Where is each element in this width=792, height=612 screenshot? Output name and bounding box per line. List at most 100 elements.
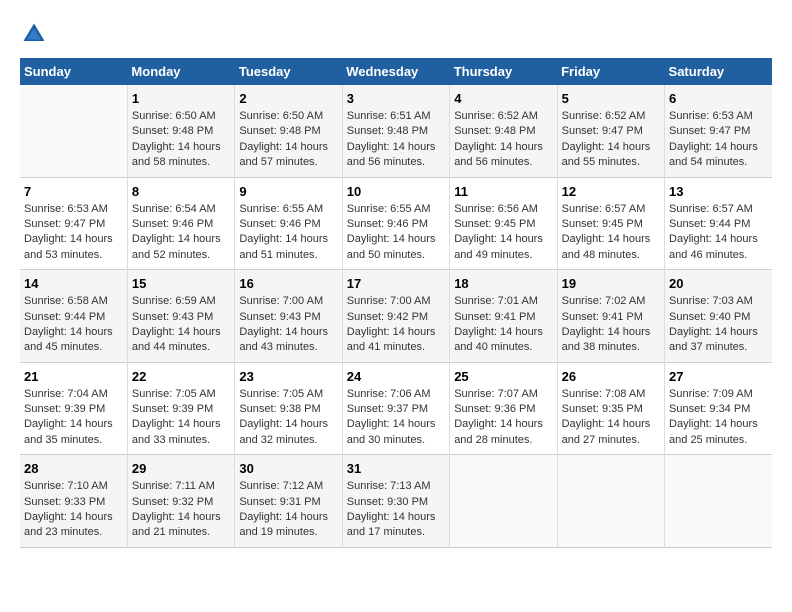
header-cell-wednesday: Wednesday bbox=[342, 58, 449, 85]
day-number: 21 bbox=[24, 369, 123, 384]
header-cell-tuesday: Tuesday bbox=[235, 58, 342, 85]
calendar-cell: 20 Sunrise: 7:03 AMSunset: 9:40 PMDaylig… bbox=[665, 270, 772, 363]
cell-sunrise: Sunrise: 7:01 AMSunset: 9:41 PMDaylight:… bbox=[454, 295, 543, 353]
cell-sunrise: Sunrise: 6:52 AMSunset: 9:47 PMDaylight:… bbox=[562, 110, 651, 168]
calendar-cell: 4 Sunrise: 6:52 AMSunset: 9:48 PMDayligh… bbox=[450, 85, 557, 177]
day-number: 11 bbox=[454, 184, 552, 199]
cell-sunrise: Sunrise: 7:00 AMSunset: 9:43 PMDaylight:… bbox=[239, 295, 328, 353]
cell-sunrise: Sunrise: 6:51 AMSunset: 9:48 PMDaylight:… bbox=[347, 110, 436, 168]
header-row: SundayMondayTuesdayWednesdayThursdayFrid… bbox=[20, 58, 772, 85]
calendar-cell: 29 Sunrise: 7:11 AMSunset: 9:32 PMDaylig… bbox=[127, 455, 234, 548]
week-row-5: 28 Sunrise: 7:10 AMSunset: 9:33 PMDaylig… bbox=[20, 455, 772, 548]
cell-sunrise: Sunrise: 7:11 AMSunset: 9:32 PMDaylight:… bbox=[132, 480, 221, 538]
day-number: 8 bbox=[132, 184, 230, 199]
day-number: 20 bbox=[669, 276, 768, 291]
calendar-cell: 5 Sunrise: 6:52 AMSunset: 9:47 PMDayligh… bbox=[557, 85, 664, 177]
day-number: 17 bbox=[347, 276, 445, 291]
day-number: 22 bbox=[132, 369, 230, 384]
day-number: 16 bbox=[239, 276, 337, 291]
day-number: 28 bbox=[24, 461, 123, 476]
day-number: 24 bbox=[347, 369, 445, 384]
day-number: 4 bbox=[454, 91, 552, 106]
calendar-cell: 15 Sunrise: 6:59 AMSunset: 9:43 PMDaylig… bbox=[127, 270, 234, 363]
day-number: 13 bbox=[669, 184, 768, 199]
cell-sunrise: Sunrise: 6:50 AMSunset: 9:48 PMDaylight:… bbox=[239, 110, 328, 168]
day-number: 25 bbox=[454, 369, 552, 384]
calendar-cell: 21 Sunrise: 7:04 AMSunset: 9:39 PMDaylig… bbox=[20, 362, 127, 455]
cell-sunrise: Sunrise: 6:55 AMSunset: 9:46 PMDaylight:… bbox=[239, 203, 328, 261]
cell-sunrise: Sunrise: 6:57 AMSunset: 9:45 PMDaylight:… bbox=[562, 203, 651, 261]
day-number: 15 bbox=[132, 276, 230, 291]
logo-icon bbox=[20, 20, 48, 48]
day-number: 27 bbox=[669, 369, 768, 384]
day-number: 9 bbox=[239, 184, 337, 199]
header bbox=[20, 20, 772, 48]
week-row-2: 7 Sunrise: 6:53 AMSunset: 9:47 PMDayligh… bbox=[20, 177, 772, 270]
day-number: 14 bbox=[24, 276, 123, 291]
day-number: 19 bbox=[562, 276, 660, 291]
cell-sunrise: Sunrise: 6:56 AMSunset: 9:45 PMDaylight:… bbox=[454, 203, 543, 261]
day-number: 31 bbox=[347, 461, 445, 476]
calendar-cell bbox=[450, 455, 557, 548]
cell-sunrise: Sunrise: 7:02 AMSunset: 9:41 PMDaylight:… bbox=[562, 295, 651, 353]
calendar-cell bbox=[557, 455, 664, 548]
day-number: 7 bbox=[24, 184, 123, 199]
calendar-cell: 22 Sunrise: 7:05 AMSunset: 9:39 PMDaylig… bbox=[127, 362, 234, 455]
calendar-cell: 25 Sunrise: 7:07 AMSunset: 9:36 PMDaylig… bbox=[450, 362, 557, 455]
day-number: 5 bbox=[562, 91, 660, 106]
calendar-cell: 26 Sunrise: 7:08 AMSunset: 9:35 PMDaylig… bbox=[557, 362, 664, 455]
cell-sunrise: Sunrise: 6:52 AMSunset: 9:48 PMDaylight:… bbox=[454, 110, 543, 168]
cell-sunrise: Sunrise: 7:13 AMSunset: 9:30 PMDaylight:… bbox=[347, 480, 436, 538]
day-number: 23 bbox=[239, 369, 337, 384]
week-row-3: 14 Sunrise: 6:58 AMSunset: 9:44 PMDaylig… bbox=[20, 270, 772, 363]
cell-sunrise: Sunrise: 6:53 AMSunset: 9:47 PMDaylight:… bbox=[669, 110, 758, 168]
day-number: 29 bbox=[132, 461, 230, 476]
calendar-cell: 10 Sunrise: 6:55 AMSunset: 9:46 PMDaylig… bbox=[342, 177, 449, 270]
calendar-cell: 19 Sunrise: 7:02 AMSunset: 9:41 PMDaylig… bbox=[557, 270, 664, 363]
cell-sunrise: Sunrise: 6:53 AMSunset: 9:47 PMDaylight:… bbox=[24, 203, 113, 261]
cell-sunrise: Sunrise: 7:03 AMSunset: 9:40 PMDaylight:… bbox=[669, 295, 758, 353]
header-cell-sunday: Sunday bbox=[20, 58, 127, 85]
calendar-cell: 18 Sunrise: 7:01 AMSunset: 9:41 PMDaylig… bbox=[450, 270, 557, 363]
cell-sunrise: Sunrise: 6:55 AMSunset: 9:46 PMDaylight:… bbox=[347, 203, 436, 261]
calendar-cell: 17 Sunrise: 7:00 AMSunset: 9:42 PMDaylig… bbox=[342, 270, 449, 363]
calendar-cell: 31 Sunrise: 7:13 AMSunset: 9:30 PMDaylig… bbox=[342, 455, 449, 548]
calendar-cell: 7 Sunrise: 6:53 AMSunset: 9:47 PMDayligh… bbox=[20, 177, 127, 270]
day-number: 18 bbox=[454, 276, 552, 291]
calendar-cell: 28 Sunrise: 7:10 AMSunset: 9:33 PMDaylig… bbox=[20, 455, 127, 548]
calendar-cell bbox=[665, 455, 772, 548]
day-number: 12 bbox=[562, 184, 660, 199]
calendar-cell: 24 Sunrise: 7:06 AMSunset: 9:37 PMDaylig… bbox=[342, 362, 449, 455]
day-number: 1 bbox=[132, 91, 230, 106]
calendar-cell: 6 Sunrise: 6:53 AMSunset: 9:47 PMDayligh… bbox=[665, 85, 772, 177]
cell-sunrise: Sunrise: 7:05 AMSunset: 9:38 PMDaylight:… bbox=[239, 388, 328, 446]
cell-sunrise: Sunrise: 6:50 AMSunset: 9:48 PMDaylight:… bbox=[132, 110, 221, 168]
calendar-cell: 14 Sunrise: 6:58 AMSunset: 9:44 PMDaylig… bbox=[20, 270, 127, 363]
cell-sunrise: Sunrise: 7:10 AMSunset: 9:33 PMDaylight:… bbox=[24, 480, 113, 538]
cell-sunrise: Sunrise: 6:57 AMSunset: 9:44 PMDaylight:… bbox=[669, 203, 758, 261]
day-number: 26 bbox=[562, 369, 660, 384]
calendar-cell: 30 Sunrise: 7:12 AMSunset: 9:31 PMDaylig… bbox=[235, 455, 342, 548]
header-cell-monday: Monday bbox=[127, 58, 234, 85]
calendar-cell: 23 Sunrise: 7:05 AMSunset: 9:38 PMDaylig… bbox=[235, 362, 342, 455]
header-cell-saturday: Saturday bbox=[665, 58, 772, 85]
day-number: 10 bbox=[347, 184, 445, 199]
cell-sunrise: Sunrise: 7:09 AMSunset: 9:34 PMDaylight:… bbox=[669, 388, 758, 446]
cell-sunrise: Sunrise: 7:06 AMSunset: 9:37 PMDaylight:… bbox=[347, 388, 436, 446]
header-cell-thursday: Thursday bbox=[450, 58, 557, 85]
logo bbox=[20, 20, 52, 48]
day-number: 6 bbox=[669, 91, 768, 106]
cell-sunrise: Sunrise: 7:00 AMSunset: 9:42 PMDaylight:… bbox=[347, 295, 436, 353]
cell-sunrise: Sunrise: 7:07 AMSunset: 9:36 PMDaylight:… bbox=[454, 388, 543, 446]
header-cell-friday: Friday bbox=[557, 58, 664, 85]
calendar-cell: 1 Sunrise: 6:50 AMSunset: 9:48 PMDayligh… bbox=[127, 85, 234, 177]
calendar-cell: 13 Sunrise: 6:57 AMSunset: 9:44 PMDaylig… bbox=[665, 177, 772, 270]
cell-sunrise: Sunrise: 6:59 AMSunset: 9:43 PMDaylight:… bbox=[132, 295, 221, 353]
day-number: 3 bbox=[347, 91, 445, 106]
calendar-cell: 11 Sunrise: 6:56 AMSunset: 9:45 PMDaylig… bbox=[450, 177, 557, 270]
calendar-cell: 9 Sunrise: 6:55 AMSunset: 9:46 PMDayligh… bbox=[235, 177, 342, 270]
calendar-cell bbox=[20, 85, 127, 177]
cell-sunrise: Sunrise: 6:58 AMSunset: 9:44 PMDaylight:… bbox=[24, 295, 113, 353]
calendar-cell: 2 Sunrise: 6:50 AMSunset: 9:48 PMDayligh… bbox=[235, 85, 342, 177]
cell-sunrise: Sunrise: 7:08 AMSunset: 9:35 PMDaylight:… bbox=[562, 388, 651, 446]
